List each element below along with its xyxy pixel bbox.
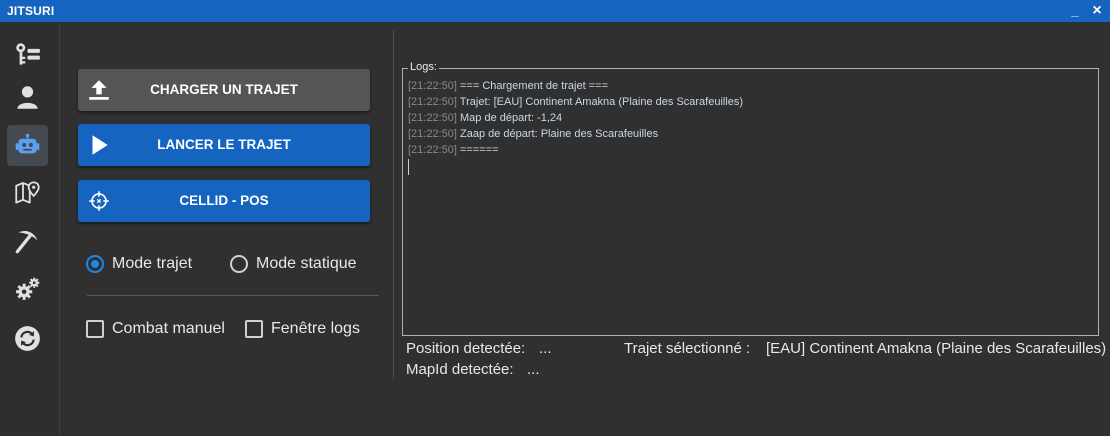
log-line: [21:22:50] Zaap de départ: Plaine des Sc… bbox=[408, 128, 658, 144]
start-trajet-button[interactable]: LANCER LE TRAJET bbox=[78, 124, 370, 166]
title-bar: JITSURI _ × bbox=[0, 0, 1110, 22]
radio-indicator bbox=[86, 255, 104, 273]
close-button[interactable]: × bbox=[1086, 0, 1108, 22]
load-trajet-button[interactable]: CHARGER UN TRAJET bbox=[78, 69, 370, 111]
user-icon bbox=[17, 86, 38, 109]
checkbox-indicator bbox=[245, 320, 263, 338]
gears-icon bbox=[16, 277, 40, 300]
sidebar-item-bot[interactable] bbox=[7, 125, 48, 166]
log-line: [21:22:50] Trajet: [EAU] Continent Amakn… bbox=[408, 96, 743, 112]
cellid-pos-label: CELLID - POS bbox=[179, 193, 269, 208]
pickaxe-icon bbox=[15, 231, 38, 254]
fenetre-logs-label: Fenêtre logs bbox=[271, 320, 360, 337]
options-divider bbox=[87, 295, 379, 296]
mode-statique-label: Mode statique bbox=[256, 255, 357, 272]
fenetre-logs-checkbox[interactable]: Fenêtre logs bbox=[245, 318, 365, 340]
minimize-button[interactable]: _ bbox=[1064, 0, 1086, 22]
mapid-label: MapId detectée: bbox=[406, 361, 514, 378]
position-label: Position detectée: bbox=[406, 340, 526, 357]
log-line: [21:22:50] === Chargement de trajet === bbox=[408, 80, 608, 96]
log-line: [21:22:50] Map de départ: -1,24 bbox=[408, 112, 562, 128]
checkbox-indicator bbox=[86, 320, 104, 338]
map-pin-icon bbox=[15, 181, 40, 204]
log-message: Zaap de départ: Plaine des Scarafeuilles bbox=[460, 128, 659, 140]
position-value: ... bbox=[539, 340, 552, 357]
log-line: [21:22:50] ====== bbox=[408, 144, 499, 160]
log-timestamp: [21:22:50] bbox=[408, 96, 457, 108]
mode-statique-radio[interactable]: Mode statique bbox=[230, 253, 370, 275]
text-caret bbox=[408, 159, 409, 175]
trajet-selected-clip: [EAU] Continent Amakna (Plaine des Scara… bbox=[766, 340, 1110, 360]
log-timestamp: [21:22:50] bbox=[408, 80, 457, 92]
combat-manuel-checkbox[interactable]: Combat manuel bbox=[86, 318, 231, 340]
log-timestamp: [21:22:50] bbox=[408, 128, 457, 140]
sidebar-item-map[interactable] bbox=[7, 172, 48, 213]
mapid-value: ... bbox=[527, 361, 540, 378]
trajet-selected-value: [EAU] Continent Amakna (Plaine des Scara… bbox=[766, 340, 1107, 357]
log-message: ====== bbox=[460, 144, 499, 156]
sync-icon bbox=[15, 326, 40, 351]
panel-divider bbox=[393, 30, 394, 379]
logs-legend: Logs: bbox=[408, 61, 439, 73]
sidebar-item-character[interactable] bbox=[7, 77, 48, 118]
cellid-pos-button[interactable]: CELLID - POS bbox=[78, 180, 370, 222]
sidebar bbox=[0, 22, 60, 436]
sidebar-item-sync[interactable] bbox=[7, 318, 48, 359]
mode-trajet-radio[interactable]: Mode trajet bbox=[86, 253, 206, 275]
sidebar-item-settings[interactable] bbox=[7, 269, 48, 310]
log-timestamp: [21:22:50] bbox=[408, 144, 457, 156]
sidebar-item-accounts[interactable] bbox=[7, 34, 48, 75]
mode-trajet-label: Mode trajet bbox=[112, 255, 193, 272]
app-title: JITSURI bbox=[7, 4, 55, 18]
log-message: Trajet: [EAU] Continent Amakna (Plaine d… bbox=[459, 96, 744, 108]
log-message: === Chargement de trajet === bbox=[460, 80, 608, 92]
radio-indicator bbox=[230, 255, 248, 273]
robot-icon bbox=[15, 133, 40, 154]
log-message: Map de départ: -1,24 bbox=[460, 112, 563, 124]
sidebar-item-jobs[interactable] bbox=[7, 221, 48, 262]
log-timestamp: [21:22:50] bbox=[408, 112, 457, 124]
combat-manuel-label: Combat manuel bbox=[112, 320, 225, 337]
key-list-icon bbox=[16, 43, 40, 65]
start-trajet-label: LANCER LE TRAJET bbox=[157, 137, 291, 152]
trajet-selected-label: Trajet sélectionné : bbox=[624, 340, 751, 357]
load-trajet-label: CHARGER UN TRAJET bbox=[150, 82, 298, 97]
